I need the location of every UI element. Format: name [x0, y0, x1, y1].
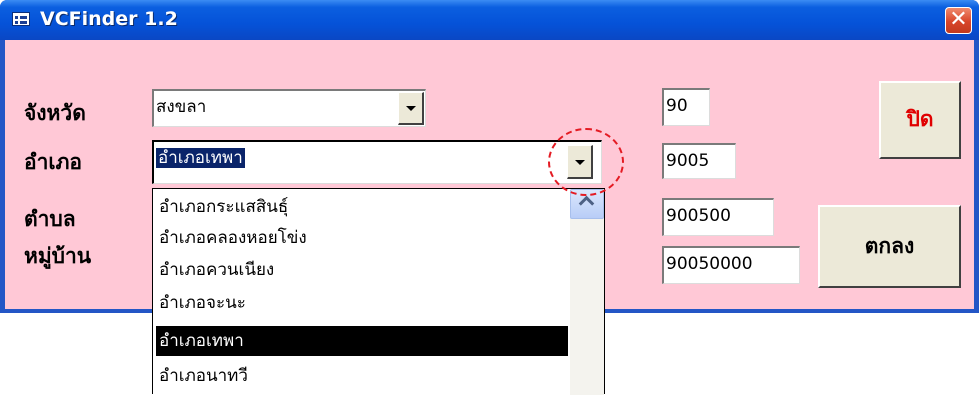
province-code-value: 90 [666, 96, 688, 116]
district-code-field[interactable]: 9005 [662, 143, 736, 179]
close-button-label: ปิด [906, 106, 934, 131]
dropdown-scrollbar[interactable] [570, 189, 604, 395]
province-code-field[interactable]: 90 [662, 88, 710, 126]
subdistrict-label: ตำบล [24, 206, 76, 231]
village-code-value: 90050000 [666, 254, 753, 274]
ok-button-label: ตกลง [864, 233, 915, 258]
list-item-selected[interactable]: อำเภอเทพา [156, 326, 568, 356]
province-combo[interactable]: สงขลา [152, 89, 426, 127]
district-label: อำเภอ [24, 149, 83, 174]
list-item[interactable]: อำเภอจะนะ [156, 288, 568, 318]
district-dropdown-list[interactable]: อำเภอกระแสสินธุ์ อำเภอคลองหอยโข่ง อำเภอค… [152, 188, 605, 395]
village-code-field[interactable]: 90050000 [662, 246, 800, 284]
list-item[interactable]: อำเภอนาทวี [156, 361, 568, 391]
province-label: จังหวัด [24, 100, 86, 125]
close-window-button[interactable]: ✕ [945, 7, 972, 34]
close-button[interactable]: ปิด [879, 81, 961, 159]
form-icon [12, 12, 30, 26]
close-icon: ✕ [949, 7, 968, 32]
list-item[interactable]: อำเภอกระแสสินธุ์ [156, 192, 568, 222]
list-item[interactable]: อำเภอควนเนียง [156, 255, 568, 285]
district-code-value: 9005 [666, 151, 710, 171]
list-item[interactable]: อำเภอคลองหอยโข่ง [156, 223, 568, 253]
window-title: VCFinder 1.2 [40, 8, 178, 30]
title-bar[interactable]: VCFinder 1.2 ✕ [0, 0, 979, 40]
district-combo-value: อำเภอเทพา [156, 148, 245, 168]
subdistrict-code-field[interactable]: 900500 [662, 198, 774, 236]
annotation-circle [548, 128, 624, 196]
province-dropdown-button[interactable] [398, 92, 424, 125]
district-combo[interactable]: อำเภอเทพา [152, 140, 602, 184]
village-label: หมู่บ้าน [24, 243, 92, 268]
subdistrict-code-value: 900500 [666, 206, 731, 226]
ok-button[interactable]: ตกลง [818, 205, 961, 288]
province-combo-value: สงขลา [156, 97, 207, 117]
